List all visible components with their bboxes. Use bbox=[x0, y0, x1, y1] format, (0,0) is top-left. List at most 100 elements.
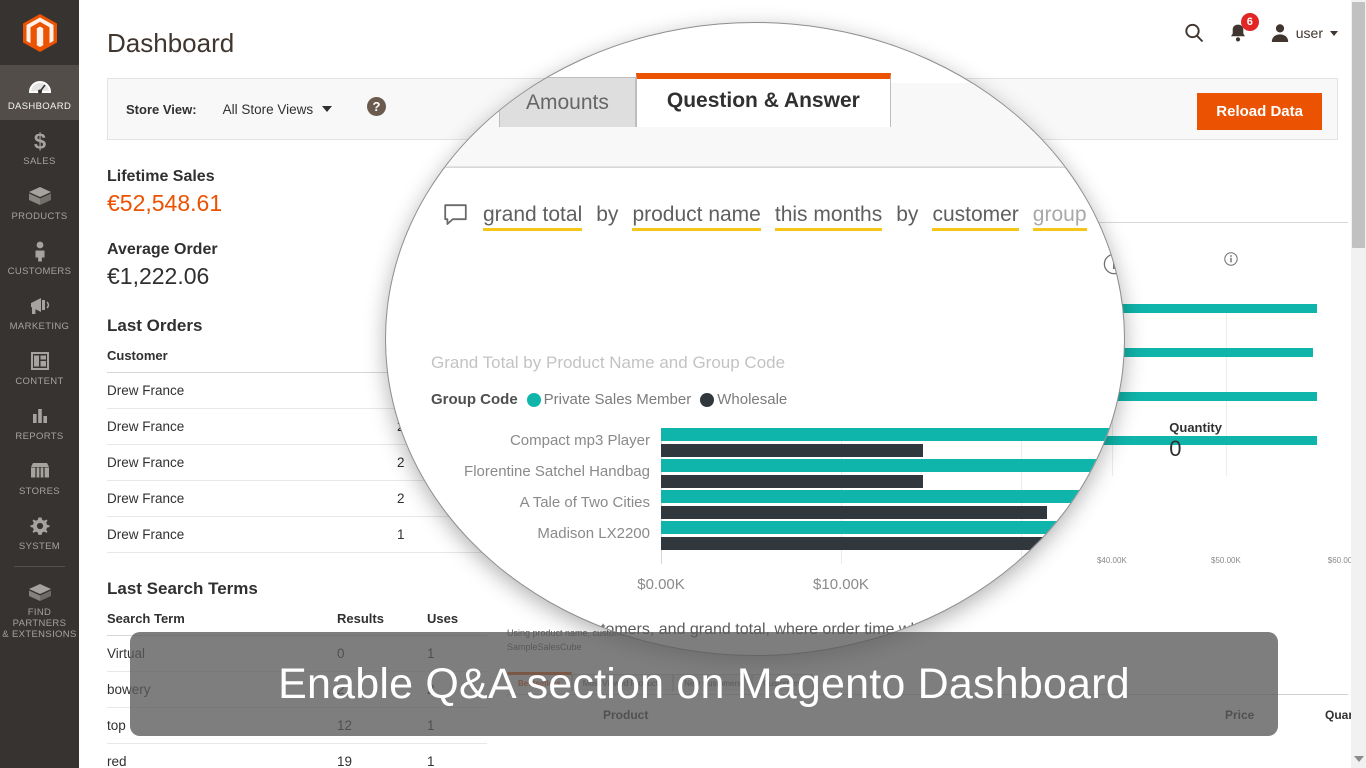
scrollbar-thumb[interactable] bbox=[1352, 2, 1365, 248]
chart-title-magnified: Grand Total by Product Name and Group Co… bbox=[431, 353, 786, 372]
svg-text:$: $ bbox=[33, 129, 45, 153]
chart-bar-private bbox=[661, 428, 1124, 441]
chart-plot-area-magnified: Compact mp3 Player Florentine Satchel Ha… bbox=[464, 428, 1124, 564]
user-avatar-icon bbox=[1271, 24, 1288, 42]
tab-question-answer-magnified[interactable]: Question & Answer bbox=[635, 73, 891, 127]
question-mark-icon: ? bbox=[367, 97, 387, 116]
page-title: Dashboard bbox=[107, 28, 235, 58]
user-name-label: user bbox=[1295, 25, 1323, 41]
sidebar-item-content[interactable]: CONTENT bbox=[0, 340, 79, 395]
query-token-this-months: this months bbox=[774, 203, 883, 231]
reload-data-button[interactable]: Reload Data bbox=[1197, 93, 1322, 130]
quantity-block: Quantity 0 bbox=[1169, 420, 1222, 462]
sidebar-item-label: MARKETING bbox=[9, 321, 70, 332]
chart-category-label: Madison LX2200 bbox=[537, 525, 650, 542]
tab-amounts-magnified[interactable]: Amounts bbox=[499, 77, 636, 127]
store-view-value: All Store Views bbox=[222, 101, 314, 117]
info-circle-icon bbox=[1224, 252, 1238, 266]
sidebar-item-label: SYSTEM bbox=[18, 541, 61, 552]
chart-bar-wholesale bbox=[661, 506, 1047, 519]
magento-logo[interactable] bbox=[0, 0, 79, 65]
sidebar-item-label-line1: FIND PARTNERS bbox=[12, 607, 67, 629]
chart-info-button[interactable] bbox=[1224, 252, 1238, 271]
sidebar-item-label: REPORTS bbox=[15, 431, 64, 442]
chart-group: Madison LX2200 bbox=[537, 521, 1124, 552]
store-view-select[interactable]: All Store Views bbox=[223, 102, 333, 117]
legend-item-private-sales-member: Private Sales Member bbox=[526, 391, 692, 408]
sidebar-divider bbox=[14, 566, 65, 567]
axis-tick-label: $0.00K bbox=[637, 576, 685, 593]
legend-swatch-wholesale bbox=[700, 392, 715, 407]
chart-category-label: Florentine Satchel Handbag bbox=[464, 463, 650, 480]
query-token-by-1: by bbox=[596, 203, 619, 226]
chart-bar-private bbox=[661, 459, 1124, 472]
legend-label: Wholesale bbox=[717, 391, 788, 408]
sidebar-item-customers[interactable]: CUSTOMERS bbox=[0, 230, 79, 285]
user-menu[interactable]: user bbox=[1271, 23, 1338, 43]
sidebar-item-label: CUSTOMERS bbox=[7, 266, 72, 277]
legend-item-wholesale: Wholesale bbox=[700, 391, 787, 408]
legend-label: Private Sales Member bbox=[543, 391, 692, 408]
cell-term: red bbox=[107, 743, 337, 768]
search-icon bbox=[1185, 23, 1203, 43]
store-view-help-button[interactable]: ? bbox=[366, 96, 387, 122]
sidebar-item-sales[interactable]: $ SALES bbox=[0, 120, 79, 175]
axis-tick-label: $60.00 bbox=[1327, 556, 1353, 565]
quantity-label: Quantity bbox=[1169, 420, 1222, 435]
chart-x-axis-magnified: $0.00K $10.00K $20.00K bbox=[637, 576, 1124, 598]
chart-legend-magnified: Group Code Private Sales Member Wholesal… bbox=[431, 391, 1124, 408]
speech-bubble-icon bbox=[444, 204, 467, 225]
sidebar-item-dashboard[interactable]: DASHBOARD bbox=[0, 65, 79, 120]
sidebar-item-find-partners[interactable]: FIND PARTNERS & EXTENSIONS bbox=[0, 571, 79, 648]
column-header-customer: Customer bbox=[107, 346, 397, 373]
magnified-qa-tab-bar: Amounts Question & Answer bbox=[499, 73, 891, 127]
megaphone-icon bbox=[30, 298, 49, 314]
chart-group: Florentine Satchel Handbag bbox=[464, 459, 1124, 490]
legend-swatch-private-sales-member bbox=[526, 392, 541, 407]
chart-group: A Tale of Two Cities bbox=[520, 490, 1124, 521]
sidebar-item-reports[interactable]: REPORTS bbox=[0, 395, 79, 450]
chart-info-button-magnified[interactable] bbox=[1103, 253, 1124, 280]
svg-text:?: ? bbox=[373, 99, 381, 114]
chart-category-label: A Tale of Two Cities bbox=[519, 494, 650, 511]
sidebar-item-label: PRODUCTS bbox=[11, 211, 68, 222]
sidebar-item-stores[interactable]: STORES bbox=[0, 450, 79, 505]
cell-customer: Drew France bbox=[107, 480, 397, 517]
sidebar-item-label: SALES bbox=[23, 156, 56, 167]
dollar-icon: $ bbox=[33, 129, 45, 153]
info-circle-icon bbox=[1103, 253, 1124, 275]
cell-results: 19 bbox=[337, 743, 427, 768]
query-token-group: group bbox=[1032, 203, 1087, 231]
notifications-button[interactable]: 6 bbox=[1227, 13, 1259, 44]
magnified-qa-query[interactable]: grand total by product name this months … bbox=[444, 203, 1087, 231]
axis-tick-label: $20.00K bbox=[993, 576, 1049, 593]
caption-text: Enable Q&A section on Magento Dashboard bbox=[278, 659, 1130, 708]
cell-customer: Drew France bbox=[107, 516, 397, 553]
storefront-icon bbox=[30, 463, 49, 478]
query-token-customer: customer bbox=[932, 203, 1019, 231]
chart-bar-wholesale bbox=[661, 444, 923, 457]
magnified-content: Amounts Question & Answer grand total by… bbox=[386, 23, 1124, 655]
chart-bar-private bbox=[661, 490, 1124, 503]
scrollbar-down-arrow-icon[interactable] bbox=[1354, 756, 1364, 762]
table-row[interactable]: red 19 1 bbox=[107, 743, 487, 768]
query-token-product-name: product name bbox=[632, 203, 761, 231]
magento-logo-icon bbox=[22, 13, 57, 52]
notifications-badge: 6 bbox=[1240, 13, 1259, 31]
magnifier-lens: Amounts Question & Answer grand total by… bbox=[385, 22, 1125, 656]
sidebar-item-label: STORES bbox=[19, 486, 60, 497]
chart-bar-wholesale bbox=[661, 475, 923, 488]
axis-tick-label: $10.00K bbox=[813, 576, 869, 593]
sidebar-item-system[interactable]: SYSTEM bbox=[0, 505, 79, 560]
sidebar-item-products[interactable]: PRODUCTS bbox=[0, 175, 79, 230]
store-view-label: Store View: bbox=[126, 101, 197, 117]
search-button[interactable] bbox=[1183, 22, 1205, 44]
person-icon bbox=[35, 241, 44, 262]
page-scrollbar[interactable] bbox=[1351, 0, 1366, 768]
sidebar-item-label-line2: & EXTENSIONS bbox=[2, 629, 77, 640]
sidebar-item-marketing[interactable]: MARKETING bbox=[0, 285, 79, 340]
chevron-down-icon bbox=[322, 106, 333, 112]
sidebar-item-label: DASHBOARD bbox=[7, 101, 72, 112]
chevron-down-icon bbox=[1330, 30, 1338, 36]
cell-customer: Drew France bbox=[107, 372, 397, 409]
